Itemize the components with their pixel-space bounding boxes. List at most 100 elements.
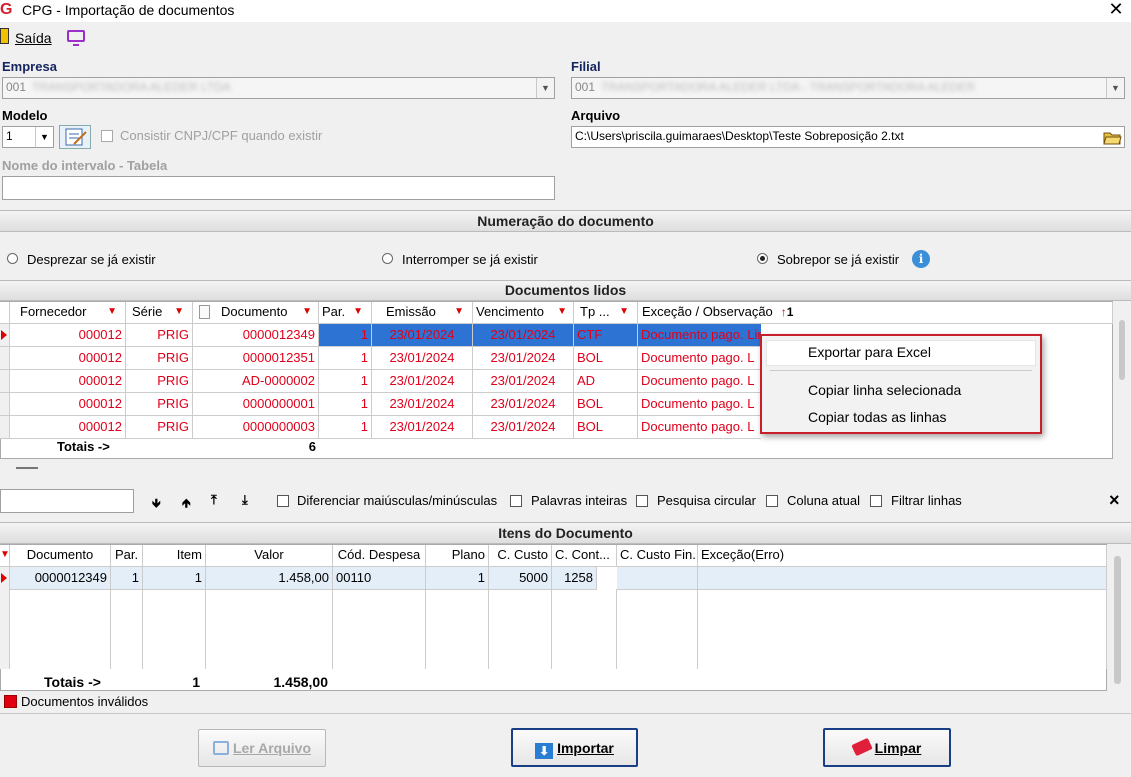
docs-cell-excecao[interactable]: Documento pago. Linha 1 — [638, 324, 761, 347]
itens-col-c_custo_fin[interactable]: C. Custo Fin. — [617, 545, 698, 567]
docs-cell-documento[interactable]: 0000012351 — [193, 347, 319, 370]
search-input[interactable] — [0, 489, 134, 513]
intervalo-input[interactable] — [2, 176, 555, 200]
itens-scrollbar[interactable] — [1114, 556, 1121, 684]
docs-cell-emissao[interactable]: 23/01/2024 — [372, 324, 473, 347]
docs-cell-vencimento[interactable]: 23/01/2024 — [473, 347, 574, 370]
itens-col-cod_despesa[interactable]: Cód. Despesa — [333, 545, 426, 567]
limpar-button[interactable]: Limpar — [823, 728, 951, 767]
docs-cell-serie[interactable]: PRIG — [126, 370, 193, 393]
radio-sobrepor[interactable] — [757, 253, 768, 264]
docs-cell-documento[interactable]: 0000012349 — [193, 324, 319, 347]
whole-words-checkbox[interactable] — [510, 495, 522, 507]
open-folder-icon[interactable] — [1102, 128, 1122, 146]
row-indicator[interactable] — [0, 393, 10, 416]
docs-cell-par[interactable]: 1 — [319, 347, 372, 370]
docs-cell-excecao[interactable]: Documento pago. L — [638, 347, 761, 370]
itens-col-excecao[interactable]: Exceção(Erro) — [698, 545, 1107, 567]
docs-cell-emissao[interactable]: 23/01/2024 — [372, 416, 473, 439]
docs-cell-emissao[interactable]: 23/01/2024 — [372, 347, 473, 370]
col-vencimento[interactable]: Vencimento ▼ — [473, 302, 574, 324]
itens-cell-plano[interactable]: 1 — [426, 567, 489, 590]
monitor-icon[interactable] — [67, 30, 85, 46]
filter-rows-checkbox[interactable] — [870, 495, 882, 507]
chevron-down-icon[interactable]: ▼ — [1106, 78, 1124, 98]
itens-col-c_cont[interactable]: C. Cont... — [552, 545, 617, 567]
docs-cell-serie[interactable]: PRIG — [126, 324, 193, 347]
consistir-cnpj-checkbox[interactable] — [101, 130, 113, 142]
docs-cell-fornecedor[interactable]: 000012 — [10, 370, 126, 393]
filial-select[interactable]: 001 TRANSPORTADORA ALEDER LTDA - TRANSPOR… — [571, 77, 1125, 99]
empresa-select[interactable]: 001 TRANSPORTADORA ALEDER LTDA ▼ — [2, 77, 555, 99]
last-icon[interactable]: ⤓ — [242, 492, 248, 508]
docs-cell-tp[interactable]: AD — [574, 370, 638, 393]
docs-cell-fornecedor[interactable]: 000012 — [10, 416, 126, 439]
itens-cell-par[interactable]: 1 — [111, 567, 143, 590]
row-indicator[interactable] — [0, 347, 10, 370]
col-tp[interactable]: Tp ... ▼ — [574, 302, 638, 324]
filter-icon[interactable]: ▼ — [174, 302, 184, 322]
docs-cell-par[interactable]: 1 — [319, 416, 372, 439]
exit-button[interactable]: Saída — [15, 30, 52, 46]
filter-icon[interactable]: ▼ — [454, 302, 464, 322]
itens-col-c_custo[interactable]: C. Custo — [489, 545, 552, 567]
docs-cell-par[interactable]: 1 — [319, 393, 372, 416]
filter-icon[interactable]: ▼ — [107, 302, 117, 322]
col-excecao[interactable]: Exceção / Observação ↑1 — [638, 302, 1113, 324]
menu-item-copiar-linha[interactable]: Copiar linha selecionada — [808, 382, 961, 398]
info-icon[interactable]: i — [912, 250, 930, 268]
itens-cell-valor[interactable]: 1.458,00 — [206, 567, 333, 590]
docs-cell-emissao[interactable]: 23/01/2024 — [372, 393, 473, 416]
close-search-icon[interactable]: × — [1109, 490, 1120, 511]
docs-cell-serie[interactable]: PRIG — [126, 347, 193, 370]
docs-cell-vencimento[interactable]: 23/01/2024 — [473, 393, 574, 416]
docs-cell-documento[interactable]: 0000000001 — [193, 393, 319, 416]
menu-item-copiar-todas[interactable]: Copiar todas as linhas — [808, 409, 947, 425]
itens-col-valor[interactable]: Valor — [206, 545, 333, 567]
close-window-button[interactable]: ✕ — [1106, 0, 1126, 18]
docs-cell-tp[interactable]: BOL — [574, 347, 638, 370]
itens-col-item[interactable]: Item — [143, 545, 206, 567]
col-documento[interactable]: Documento ▼ — [193, 302, 319, 324]
exit-door-icon[interactable] — [0, 28, 9, 44]
docs-cell-fornecedor[interactable]: 000012 — [10, 324, 126, 347]
row-indicator[interactable] — [0, 416, 10, 439]
docs-cell-excecao[interactable]: Documento pago. L — [638, 370, 761, 393]
docs-cell-excecao[interactable]: Documento pago. L — [638, 416, 761, 439]
itens-cell-documento[interactable]: 0000012349 — [10, 567, 111, 590]
docs-cell-documento[interactable]: 0000000003 — [193, 416, 319, 439]
itens-col-plano[interactable]: Plano — [426, 545, 489, 567]
edit-model-button[interactable] — [59, 125, 91, 149]
chevron-down-icon[interactable]: ▼ — [536, 78, 554, 98]
col-serie[interactable]: Série ▼ — [126, 302, 193, 324]
first-icon[interactable]: ⤒ — [211, 492, 217, 508]
filter-icon[interactable]: ▼ — [302, 302, 312, 322]
radio-desprezar[interactable] — [7, 253, 18, 264]
radio-interromper[interactable] — [382, 253, 393, 264]
docs-cell-vencimento[interactable]: 23/01/2024 — [473, 416, 574, 439]
docs-cell-tp[interactable]: CTF — [574, 324, 638, 347]
next-down-icon[interactable]: 🡻 — [152, 494, 161, 515]
itens-cell-c_custo_fin[interactable] — [617, 567, 698, 590]
itens-cell-item[interactable]: 1 — [143, 567, 206, 590]
splitter-handle[interactable] — [16, 467, 38, 469]
itens-cell-excecao[interactable] — [698, 567, 1107, 590]
filter-icon[interactable]: ▼ — [353, 302, 363, 322]
documentos-scrollbar[interactable] — [1119, 320, 1125, 380]
col-emissao[interactable]: Emissão ▼ — [372, 302, 473, 324]
docs-cell-par[interactable]: 1 — [319, 370, 372, 393]
docs-cell-vencimento[interactable]: 23/01/2024 — [473, 370, 574, 393]
case-sensitive-checkbox[interactable] — [277, 495, 289, 507]
ler-arquivo-button[interactable]: Ler Arquivo — [198, 729, 326, 767]
itens-col-documento[interactable]: Documento — [10, 545, 111, 567]
modelo-select[interactable]: 1 ▼ — [2, 126, 54, 148]
current-column-checkbox[interactable] — [766, 495, 778, 507]
itens-cell-cod_despesa[interactable]: 00110 — [333, 567, 426, 590]
importar-button[interactable]: ⬇ Importar — [511, 728, 638, 767]
arquivo-input[interactable]: C:\Users\priscila.guimaraes\Desktop\Test… — [571, 126, 1125, 148]
docs-cell-tp[interactable]: BOL — [574, 416, 638, 439]
docs-cell-tp[interactable]: BOL — [574, 393, 638, 416]
docs-cell-fornecedor[interactable]: 000012 — [10, 347, 126, 370]
docs-cell-documento[interactable]: AD-0000002 — [193, 370, 319, 393]
prev-up-icon[interactable]: 🡹 — [182, 494, 191, 515]
